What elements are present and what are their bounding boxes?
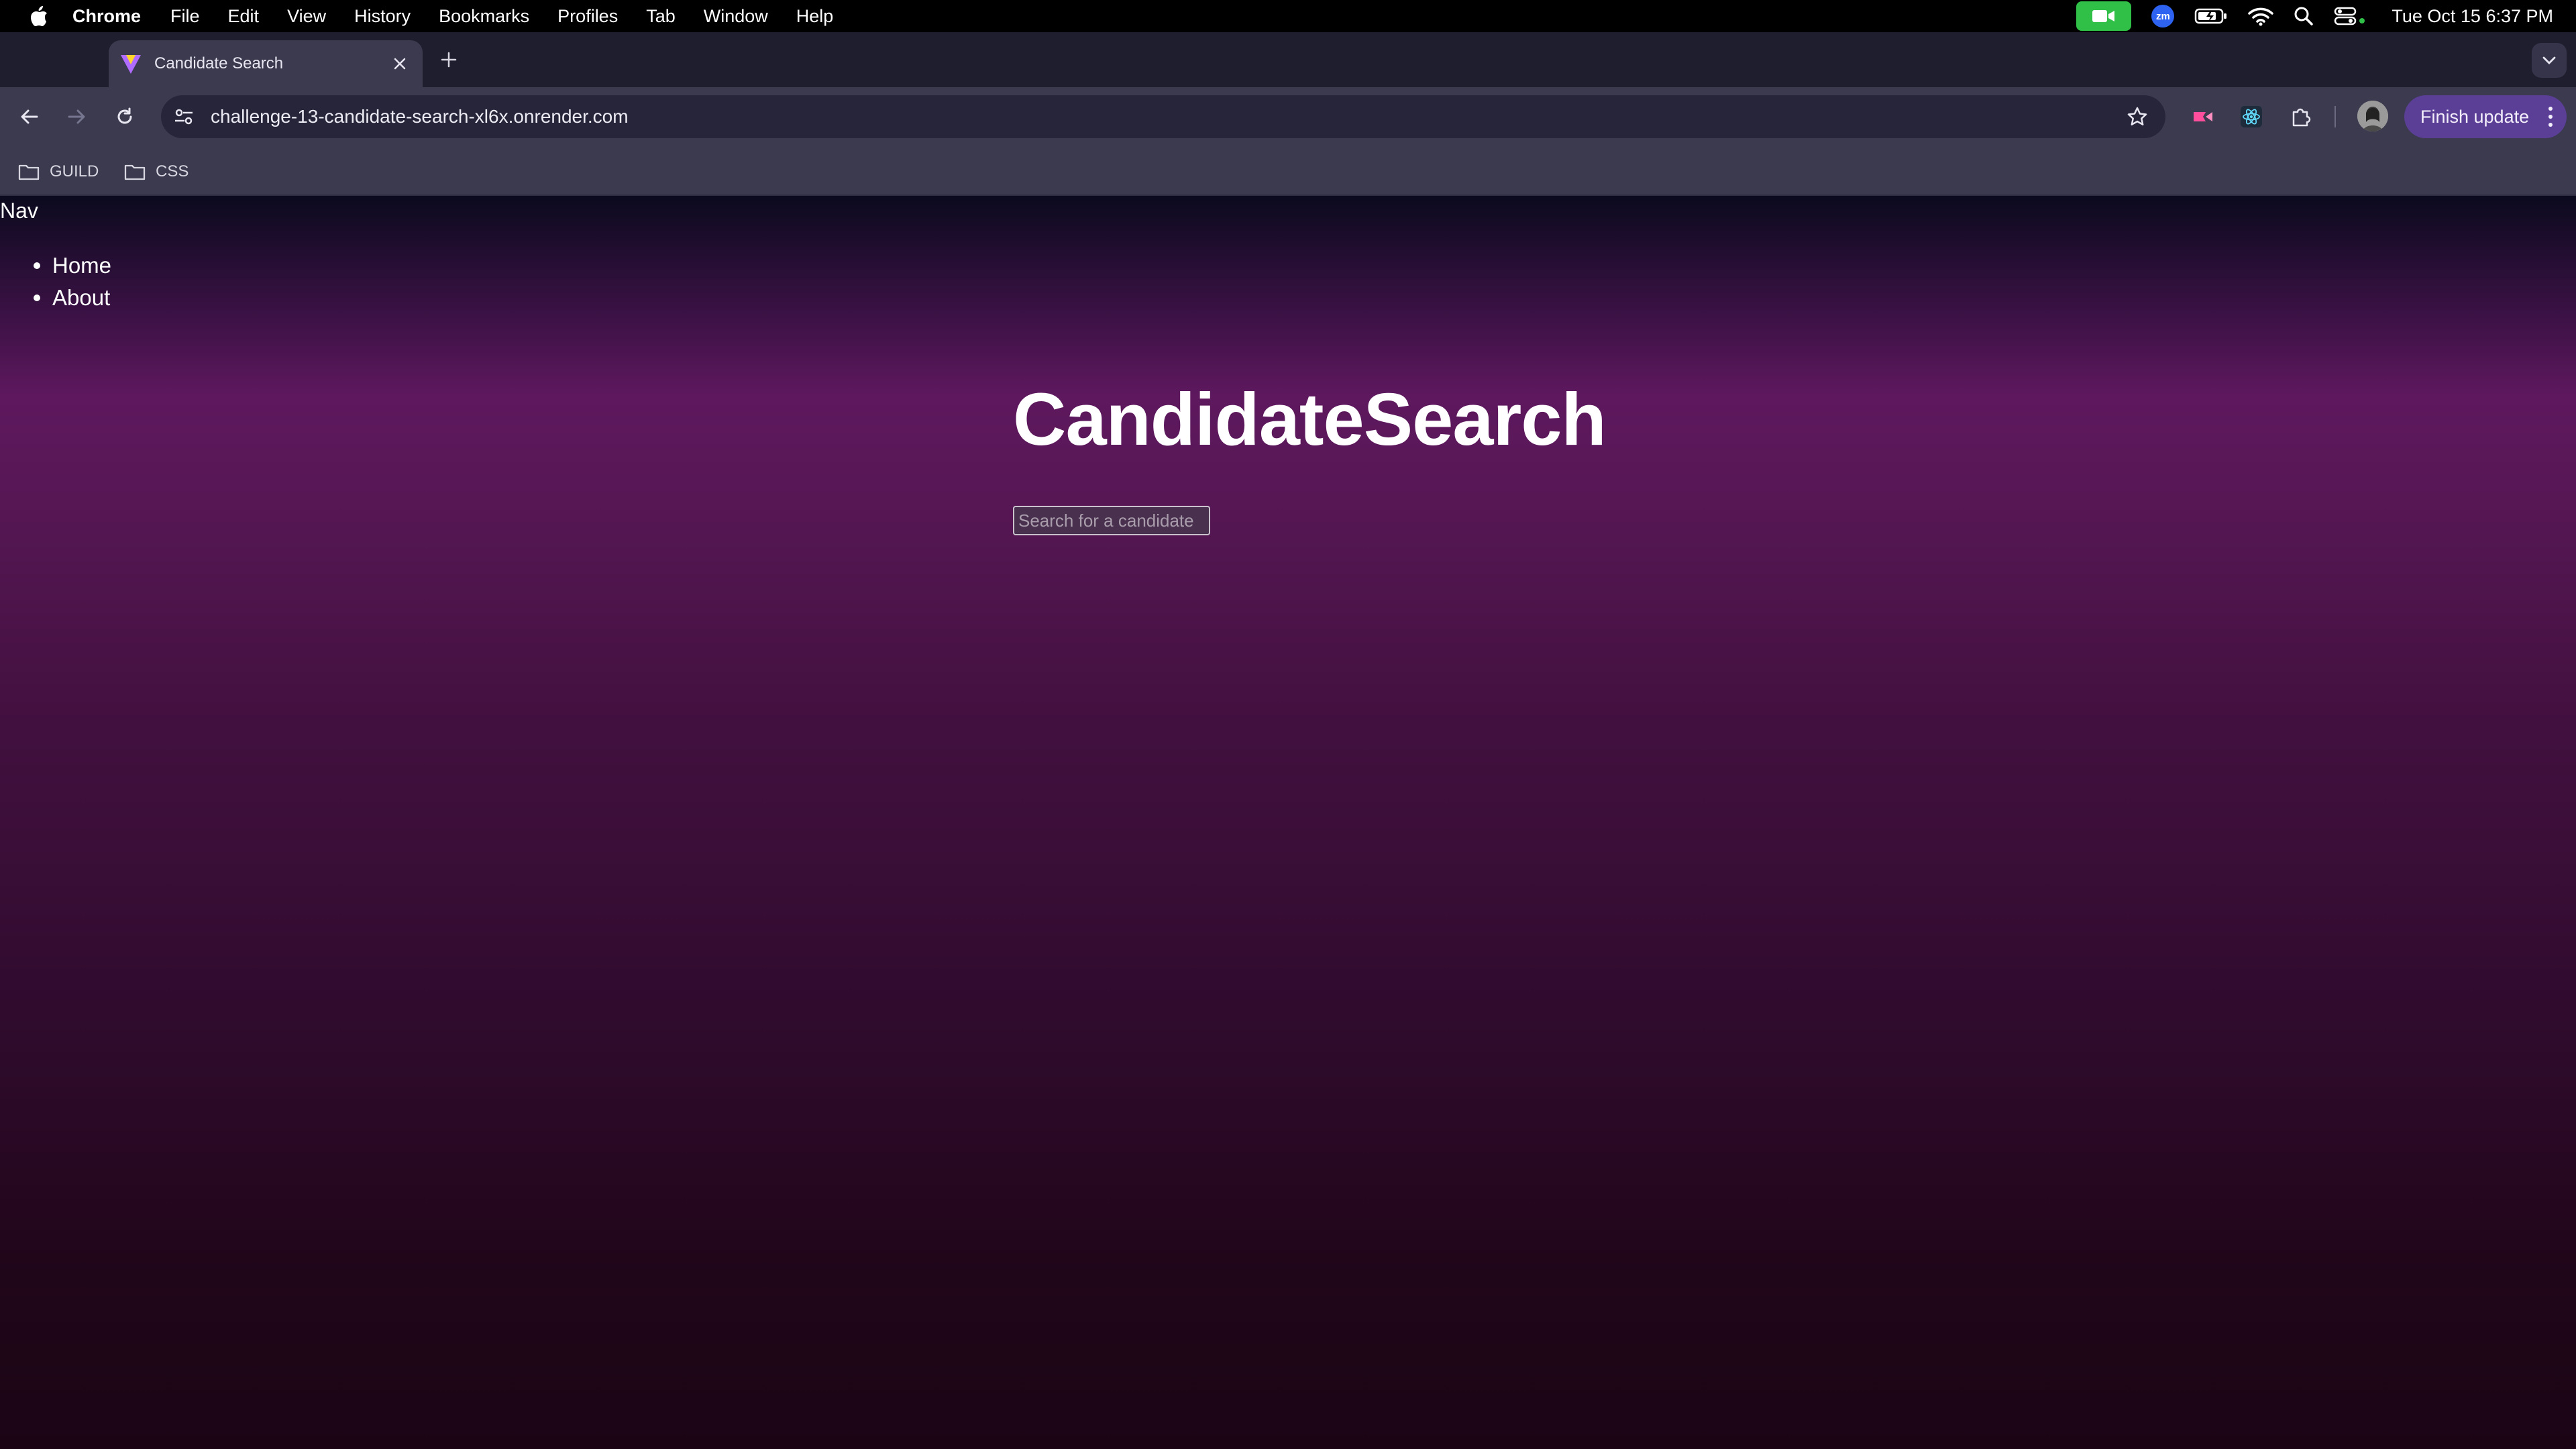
finish-update-button[interactable]: Finish update	[2404, 95, 2567, 138]
bookmark-folder-css[interactable]: CSS	[123, 158, 189, 185]
more-vertical-icon	[2548, 107, 2553, 127]
menu-bookmarks[interactable]: Bookmarks	[439, 6, 529, 27]
url-text[interactable]: challenge-13-candidate-search-xl6x.onren…	[211, 106, 2123, 127]
tab-search-chevron-icon[interactable]	[2532, 43, 2567, 78]
browser-tab[interactable]: Candidate Search	[109, 40, 423, 87]
vite-favicon-icon	[121, 55, 141, 74]
apple-icon[interactable]	[23, 0, 55, 32]
bookmark-folder-guild[interactable]: GUILD	[17, 158, 99, 185]
browser-tab-strip: Candidate Search	[0, 32, 2576, 87]
control-center-icon[interactable]	[2334, 6, 2366, 26]
menu-app-chrome[interactable]: Chrome	[72, 6, 141, 27]
site-settings-icon[interactable]	[170, 103, 197, 130]
menu-edit[interactable]: Edit	[228, 6, 260, 27]
menu-tab[interactable]: Tab	[646, 6, 676, 27]
status-area: zm Tue Oct 15 6:37 PM	[2076, 0, 2553, 32]
menu-file[interactable]: File	[170, 6, 200, 27]
nav-list: Home About	[34, 250, 111, 314]
browser-toolbar: challenge-13-candidate-search-xl6x.onren…	[0, 87, 2576, 146]
menu-window[interactable]: Window	[704, 6, 768, 27]
bookmark-label: CSS	[156, 162, 189, 180]
reload-icon[interactable]	[110, 102, 140, 131]
new-tab-plus-icon[interactable]	[435, 46, 463, 74]
wifi-icon[interactable]	[2248, 6, 2274, 26]
tab-close-icon[interactable]	[386, 50, 413, 77]
menu-profiles[interactable]: Profiles	[557, 6, 618, 27]
tab-title: Candidate Search	[154, 54, 284, 72]
bookmark-star-icon[interactable]	[2123, 102, 2152, 131]
bookmarks-bar: GUILD CSS	[0, 146, 2576, 196]
extensions-puzzle-icon[interactable]	[2286, 102, 2316, 131]
folder-icon	[18, 164, 40, 180]
toolbar-divider	[2334, 106, 2336, 127]
menu-help[interactable]: Help	[796, 6, 834, 27]
screen-recorder-extension-icon[interactable]	[2188, 102, 2218, 131]
menu-history[interactable]: History	[354, 6, 411, 27]
forward-arrow-icon[interactable]	[62, 102, 91, 131]
folder-icon	[124, 164, 146, 180]
finish-update-label: Finish update	[2420, 106, 2530, 127]
list-bullet	[34, 294, 40, 301]
bookmark-label: GUILD	[50, 162, 99, 180]
page-title: CandidateSearch	[1013, 378, 1607, 461]
candidate-search-input[interactable]	[1013, 506, 1210, 535]
list-bullet	[34, 262, 40, 269]
address-bar[interactable]: challenge-13-candidate-search-xl6x.onren…	[161, 95, 2165, 138]
profile-avatar[interactable]	[2357, 101, 2388, 131]
web-page: Nav Home About CandidateSearch	[0, 196, 2576, 1449]
nav-heading: Nav	[0, 199, 38, 223]
spotlight-search-icon[interactable]	[2294, 6, 2314, 26]
macos-menu-bar: Chrome File Edit View History Bookmarks …	[0, 0, 2576, 32]
menu-view[interactable]: View	[287, 6, 326, 27]
battery-icon[interactable]	[2194, 7, 2228, 25]
menu-bar-clock[interactable]: Tue Oct 15 6:37 PM	[2392, 6, 2553, 27]
nav-item-home: Home	[34, 250, 111, 282]
nav-link-about[interactable]: About	[52, 282, 110, 314]
facetime-camera-icon[interactable]	[2076, 1, 2132, 31]
zoom-icon[interactable]: zm	[2151, 5, 2175, 28]
nav-item-about: About	[34, 282, 111, 314]
back-arrow-icon[interactable]	[15, 102, 44, 131]
react-devtools-extension-icon[interactable]	[2237, 102, 2266, 131]
nav-link-home[interactable]: Home	[52, 250, 111, 282]
